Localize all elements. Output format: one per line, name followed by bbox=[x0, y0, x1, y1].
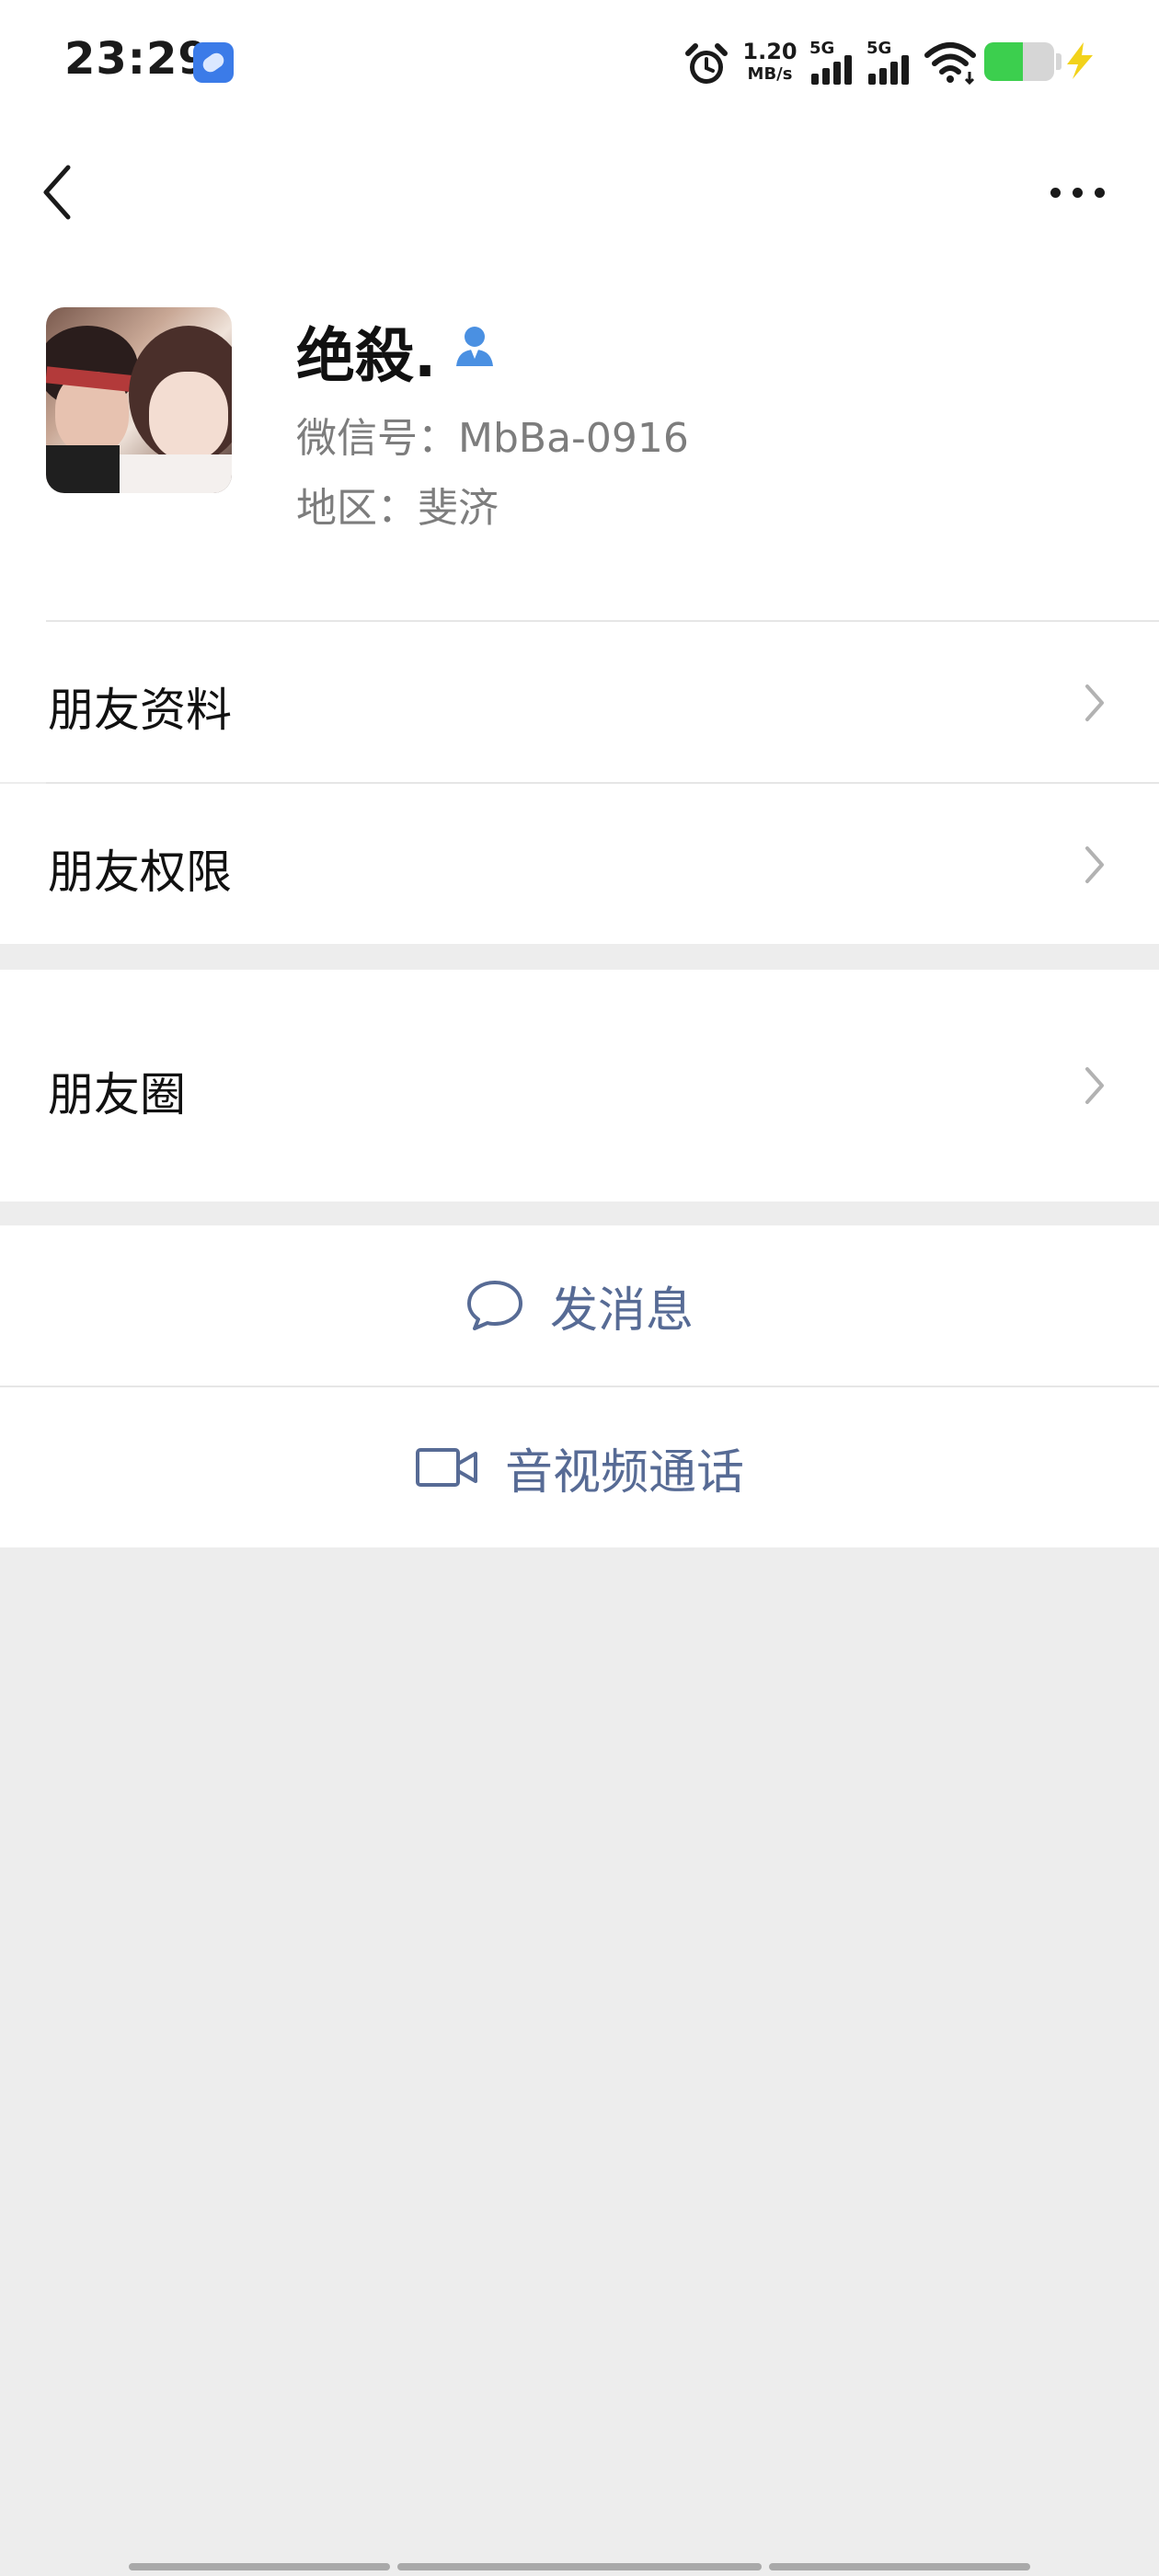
contact-profile-page: 23:29 1.20 MB/s 5G 5G 绝殺. 微信号：MbBa-0916 … bbox=[0, 0, 1159, 2576]
wifi-icon bbox=[924, 42, 976, 85]
battery-fill bbox=[984, 42, 1023, 81]
navigation-bar bbox=[0, 129, 1159, 258]
friend-profile-label: 朋友资料 bbox=[48, 684, 232, 737]
gesture-bar[interactable] bbox=[397, 2563, 762, 2570]
chevron-left-icon[interactable] bbox=[37, 160, 77, 224]
signal-bars bbox=[866, 55, 918, 85]
friend-permissions-row[interactable]: 朋友权限 bbox=[0, 784, 1159, 944]
network-speed-unit: MB/s bbox=[747, 64, 793, 84]
more-dots-icon[interactable] bbox=[1045, 178, 1111, 206]
chat-bubble-icon bbox=[466, 1281, 522, 1330]
chevron-right-icon bbox=[1085, 846, 1104, 883]
region: 地区：斐济 bbox=[296, 485, 499, 532]
video-call-button[interactable]: 音视频通话 bbox=[0, 1387, 1159, 1547]
signal-icon: 5G bbox=[809, 40, 861, 86]
network-speed: 1.20 MB/s bbox=[741, 40, 798, 83]
chevron-right-icon bbox=[1085, 1067, 1104, 1104]
avatar[interactable] bbox=[46, 307, 232, 493]
signal-bars bbox=[809, 55, 861, 85]
signal-icon: 5G bbox=[866, 40, 918, 86]
moments-label: 朋友圈 bbox=[48, 1068, 186, 1121]
send-message-label: 发消息 bbox=[549, 1282, 694, 1339]
profile-name: 绝殺. bbox=[296, 323, 437, 391]
status-time: 23:29 bbox=[64, 33, 210, 85]
video-camera-icon bbox=[415, 1448, 477, 1487]
browser-app-icon bbox=[193, 42, 234, 83]
profile-header: 绝殺. 微信号：MbBa-0916 地区：斐济 bbox=[0, 258, 1159, 622]
send-message-button[interactable]: 发消息 bbox=[0, 1225, 1159, 1386]
friend-profile-row[interactable]: 朋友资料 bbox=[0, 622, 1159, 782]
contact-person-icon bbox=[456, 327, 493, 366]
alarm-icon bbox=[685, 43, 728, 84]
network-speed-value: 1.20 bbox=[742, 39, 798, 64]
wechat-id: 微信号：MbBa-0916 bbox=[296, 415, 689, 462]
battery-icon bbox=[984, 42, 1054, 81]
gesture-bar[interactable] bbox=[129, 2563, 390, 2570]
friend-permissions-label: 朋友权限 bbox=[48, 845, 232, 899]
moments-row[interactable]: 朋友圈 bbox=[0, 970, 1159, 1202]
charging-icon bbox=[1067, 42, 1093, 79]
chevron-right-icon bbox=[1085, 684, 1104, 721]
gesture-bar[interactable] bbox=[769, 2563, 1030, 2570]
status-bar: 23:29 1.20 MB/s 5G 5G bbox=[0, 0, 1159, 129]
video-call-label: 音视频通话 bbox=[504, 1444, 744, 1501]
